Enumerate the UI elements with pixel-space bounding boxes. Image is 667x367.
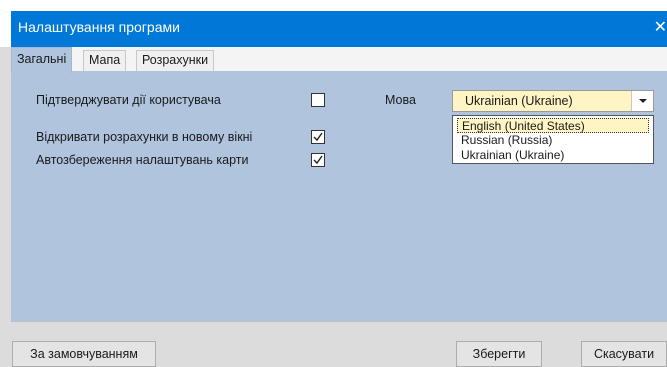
checkmark-icon [313,132,323,142]
defaults-button[interactable]: За замовчуванням [12,341,156,367]
language-dropdown-list: English (United States) Russian (Russia)… [452,115,654,164]
autosave-map-label: Автозбереження налаштувань карти [36,153,249,167]
cancel-button[interactable]: Скасувати [581,341,667,367]
language-label: Мова [385,93,416,107]
title-bar: Налаштування програми ✕ [0,0,667,47]
open-calc-new-window-checkbox[interactable] [311,130,325,144]
close-icon[interactable]: ✕ [651,18,667,38]
confirm-actions-checkbox[interactable] [311,93,325,107]
checkmark-icon [313,155,323,165]
language-select[interactable]: Ukrainian (Ukraine) [452,90,654,112]
window-title: Налаштування програми [18,19,180,35]
title-bar-fill: Налаштування програми ✕ [11,11,667,47]
open-calc-new-window-label: Відкривати розрахунки в новому вікні [36,130,253,144]
tab-strip: Загальні Мапа Розрахунки [11,47,667,73]
general-settings-panel: Підтверджувати дії користувача Відкриват… [11,71,667,321]
language-option-english[interactable]: English (United States) [457,118,649,133]
language-option-russian[interactable]: Russian (Russia) [457,133,556,148]
confirm-actions-label: Підтверджувати дії користувача [36,93,221,107]
save-button[interactable]: Зберегти [456,341,542,367]
autosave-map-checkbox[interactable] [311,153,325,167]
language-select-value: Ukrainian (Ukraine) [453,91,631,111]
dialog-footer: За замовчуванням Зберегти Скасувати [11,321,667,367]
tab-map[interactable]: Мапа [83,50,127,72]
tab-calculations[interactable]: Розрахунки [136,50,215,72]
chevron-down-icon[interactable] [631,91,653,111]
tab-general[interactable]: Загальні [11,47,73,73]
settings-window: Налаштування програми ✕ Загальні Мапа Ро… [0,0,667,367]
language-option-ukrainian[interactable]: Ukrainian (Ukraine) [457,148,568,163]
